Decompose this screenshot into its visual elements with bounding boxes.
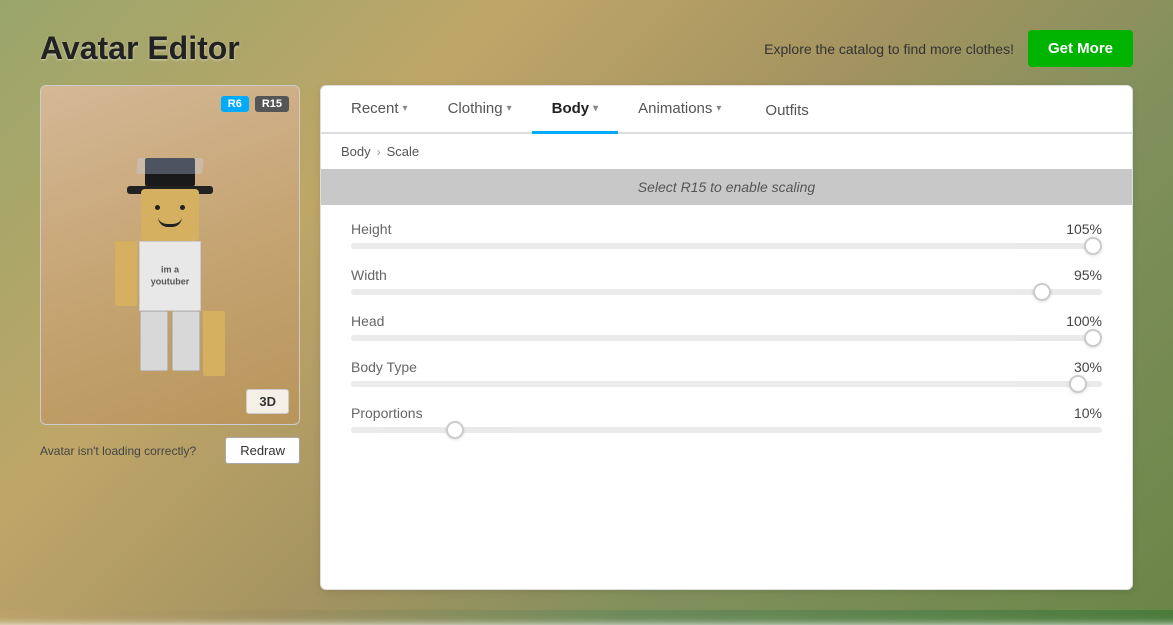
body-type-slider-row: Body Type 30% — [351, 359, 1102, 387]
face-eye-right — [180, 205, 185, 210]
proportions-value: 10% — [1074, 405, 1102, 421]
tab-animations-chevron: ▾ — [716, 103, 721, 114]
editor-panel: Recent ▾ Clothing ▾ Body ▾ Animations ▾ … — [320, 85, 1133, 590]
tab-animations-label: Animations — [638, 100, 712, 117]
height-slider-row: Height 105% — [351, 221, 1102, 249]
scale-disabled-message: Select R15 to enable scaling — [321, 169, 1132, 205]
tab-recent[interactable]: Recent ▾ — [331, 86, 428, 134]
width-slider-row: Width 95% — [351, 267, 1102, 295]
leg-right — [172, 311, 200, 371]
rig-r15-badge: R15 — [255, 96, 289, 112]
view-3d-button[interactable]: 3D — [246, 389, 289, 414]
avatar-head — [141, 189, 199, 241]
face-smile — [158, 217, 182, 227]
head-value: 100% — [1066, 313, 1102, 329]
body-type-label-row: Body Type 30% — [351, 359, 1102, 375]
height-slider[interactable] — [351, 243, 1102, 249]
width-label-row: Width 95% — [351, 267, 1102, 283]
tabs-bar: Recent ▾ Clothing ▾ Body ▾ Animations ▾ … — [321, 86, 1132, 134]
width-label: Width — [351, 267, 387, 283]
body-type-value: 30% — [1074, 359, 1102, 375]
tab-recent-label: Recent — [351, 100, 399, 117]
tab-body[interactable]: Body ▾ — [532, 86, 619, 134]
editor-body: R6 R15 — [40, 85, 1133, 590]
sliders-area: Height 105% Width 95% — [321, 205, 1132, 449]
header-right: Explore the catalog to find more clothes… — [764, 30, 1133, 67]
head-slider[interactable] — [351, 335, 1102, 341]
catalog-text: Explore the catalog to find more clothes… — [764, 41, 1014, 57]
tab-clothing-label: Clothing — [448, 100, 503, 117]
avatar-figure: im a youtuber — [41, 86, 299, 424]
face-eye-left — [155, 205, 160, 210]
redraw-button[interactable]: Redraw — [225, 437, 300, 464]
height-label: Height — [351, 221, 391, 237]
torso-container: im a youtuber — [139, 241, 201, 311]
tab-clothing-chevron: ▾ — [507, 103, 512, 114]
breadcrumb-separator: › — [377, 145, 381, 159]
avatar-preview: R6 R15 — [40, 85, 300, 425]
width-value: 95% — [1074, 267, 1102, 283]
proportions-label: Proportions — [351, 405, 423, 421]
get-more-button[interactable]: Get More — [1028, 30, 1133, 67]
avatar-torso: im a youtuber — [139, 241, 201, 311]
head-label: Head — [351, 313, 384, 329]
avatar-loading-message: Avatar isn't loading correctly? — [40, 444, 196, 458]
breadcrumb-level1: Body — [341, 144, 371, 159]
body-type-label: Body Type — [351, 359, 417, 375]
breadcrumb-level2: Scale — [387, 144, 420, 159]
proportions-slider[interactable] — [351, 427, 1102, 433]
main-content: Avatar Editor Explore the catalog to fin… — [0, 0, 1173, 610]
figure-wrapper: im a youtuber — [135, 159, 205, 371]
tab-body-chevron: ▾ — [593, 103, 598, 114]
arm-right — [203, 311, 225, 376]
proportions-label-row: Proportions 10% — [351, 405, 1102, 421]
tab-animations[interactable]: Animations ▾ — [618, 86, 741, 134]
avatar-legs — [140, 311, 200, 371]
avatar-footer: Avatar isn't loading correctly? Redraw — [40, 433, 300, 468]
app-title: Avatar Editor — [40, 30, 240, 67]
scale-panel: Select R15 to enable scaling Height 105% — [321, 169, 1132, 589]
height-value: 105% — [1066, 221, 1102, 237]
rig-badges: R6 R15 — [221, 96, 289, 112]
head-label-row: Head 100% — [351, 313, 1102, 329]
torso-text: im a youtuber — [151, 264, 190, 287]
tab-clothing[interactable]: Clothing ▾ — [428, 86, 532, 134]
avatar-panel: R6 R15 — [40, 85, 300, 590]
height-label-row: Height 105% — [351, 221, 1102, 237]
leg-left — [140, 311, 168, 371]
body-type-slider[interactable] — [351, 381, 1102, 387]
proportions-slider-row: Proportions 10% — [351, 405, 1102, 433]
hat-detail — [136, 158, 203, 174]
header-row: Avatar Editor Explore the catalog to fin… — [40, 30, 1133, 67]
tab-body-label: Body — [552, 100, 590, 117]
head-slider-row: Head 100% — [351, 313, 1102, 341]
tab-outfits-label: Outfits — [765, 102, 808, 119]
arm-left — [115, 241, 137, 306]
tab-recent-chevron: ▾ — [403, 103, 408, 114]
width-slider[interactable] — [351, 289, 1102, 295]
rig-r6-badge: R6 — [221, 96, 249, 112]
breadcrumb: Body › Scale — [321, 134, 1132, 169]
tab-outfits[interactable]: Outfits — [745, 86, 828, 134]
